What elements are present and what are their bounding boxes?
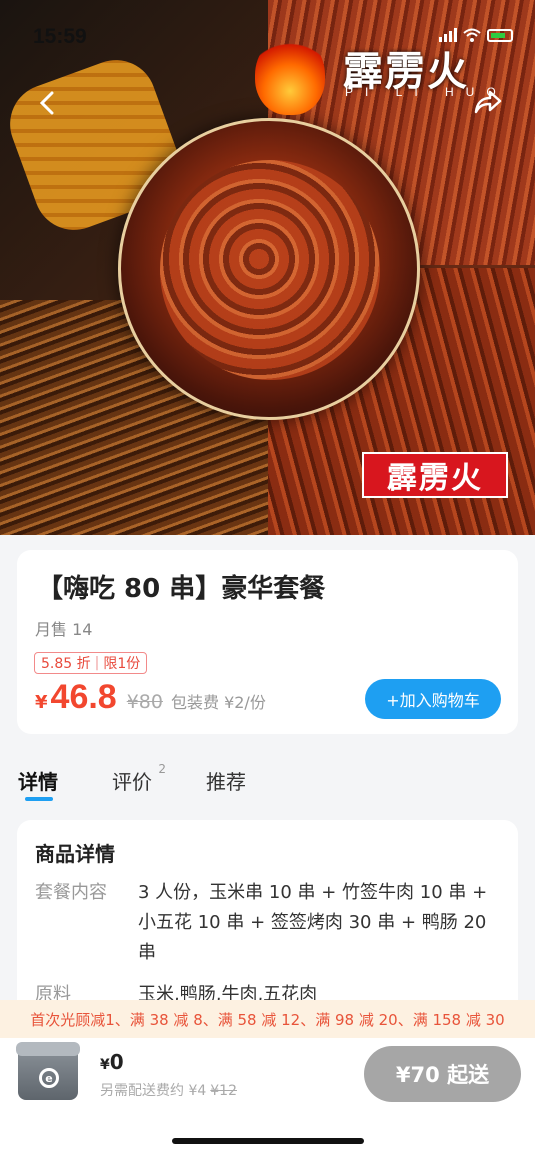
detail-heading: 商品详情: [35, 842, 115, 866]
detail-key: 套餐内容: [35, 882, 107, 903]
current-price: 46.8: [50, 678, 117, 716]
share-icon: [474, 90, 502, 114]
flame-icon: [255, 35, 325, 115]
price-currency: ¥: [35, 692, 48, 713]
cart-currency: ¥: [100, 1057, 110, 1073]
add-to-cart-button[interactable]: +加入购物车: [365, 679, 501, 719]
delivery-fee: 另需配送费约 ¥4 ¥12: [100, 1080, 237, 1100]
delivery-fee-label: 另需配送费约 ¥4: [100, 1083, 207, 1099]
cart-bar: e ¥0 另需配送费约 ¥4 ¥12 ¥70 起送: [0, 1038, 535, 1157]
cart-e-icon: e: [39, 1068, 59, 1088]
back-button[interactable]: [30, 85, 66, 121]
delivery-fee-old: ¥12: [210, 1083, 237, 1099]
store-discount-bar: 首次光顾减1、满 38 减 8、满 58 减 12、满 98 减 20、满 15…: [0, 1000, 535, 1038]
tab-recommend[interactable]: 推荐: [206, 766, 246, 795]
detail-value: 3 人份，玉米串 10 串 + 竹签牛肉 10 串 + 小五花 10 串 + 签…: [138, 882, 488, 963]
discount-badge: 5.85 折 | 限1份: [34, 652, 148, 674]
cart-lid: [16, 1042, 80, 1056]
home-indicator: [172, 1138, 364, 1144]
cart-total: ¥0: [100, 1050, 124, 1074]
detail-row: 套餐内容 3 人份，玉米串 10 串 + 竹签牛肉 10 串 + 小五花 10 …: [35, 878, 500, 968]
review-count: 2: [158, 762, 166, 776]
chevron-left-icon: [39, 91, 54, 115]
price-row: ¥ 46.8 ¥80 包装费 ¥2/份: [35, 678, 266, 717]
limit-tag: 限1份: [103, 656, 141, 672]
badge-divider: |: [94, 655, 100, 671]
detail-tabs: 详情 评价 2 推荐: [18, 762, 300, 795]
monthly-sales: 月售 14: [35, 620, 93, 639]
tab-details[interactable]: 详情: [18, 766, 58, 795]
tab-label: 评价: [112, 770, 152, 794]
product-info-card: 【嗨吃 80 串】豪华套餐 月售 14 5.85 折 | 限1份 ¥ 46.8 …: [17, 550, 518, 734]
product-hero-image: 15:59 霹雳火 PI LI HUO 霹雳火: [0, 0, 535, 535]
active-tab-indicator: [25, 797, 53, 801]
tab-reviews[interactable]: 评价 2: [112, 762, 166, 795]
status-time: 15:59: [33, 25, 87, 48]
meat-chunks: [160, 160, 380, 380]
brand-stamp: 霹雳火: [362, 452, 508, 498]
cart-icon[interactable]: e: [16, 1042, 80, 1100]
min-order-button[interactable]: ¥70 起送: [364, 1046, 521, 1102]
discount-tag: 5.85 折: [41, 656, 91, 672]
product-title: 【嗨吃 80 串】豪华套餐: [37, 574, 326, 604]
packing-fee: 包装费 ¥2/份: [170, 693, 266, 712]
tab-label: 详情: [18, 770, 58, 794]
original-price: ¥80: [126, 691, 163, 713]
tab-label: 推荐: [206, 770, 246, 794]
cart-total-value: 0: [109, 1050, 124, 1074]
share-button[interactable]: [468, 82, 508, 122]
